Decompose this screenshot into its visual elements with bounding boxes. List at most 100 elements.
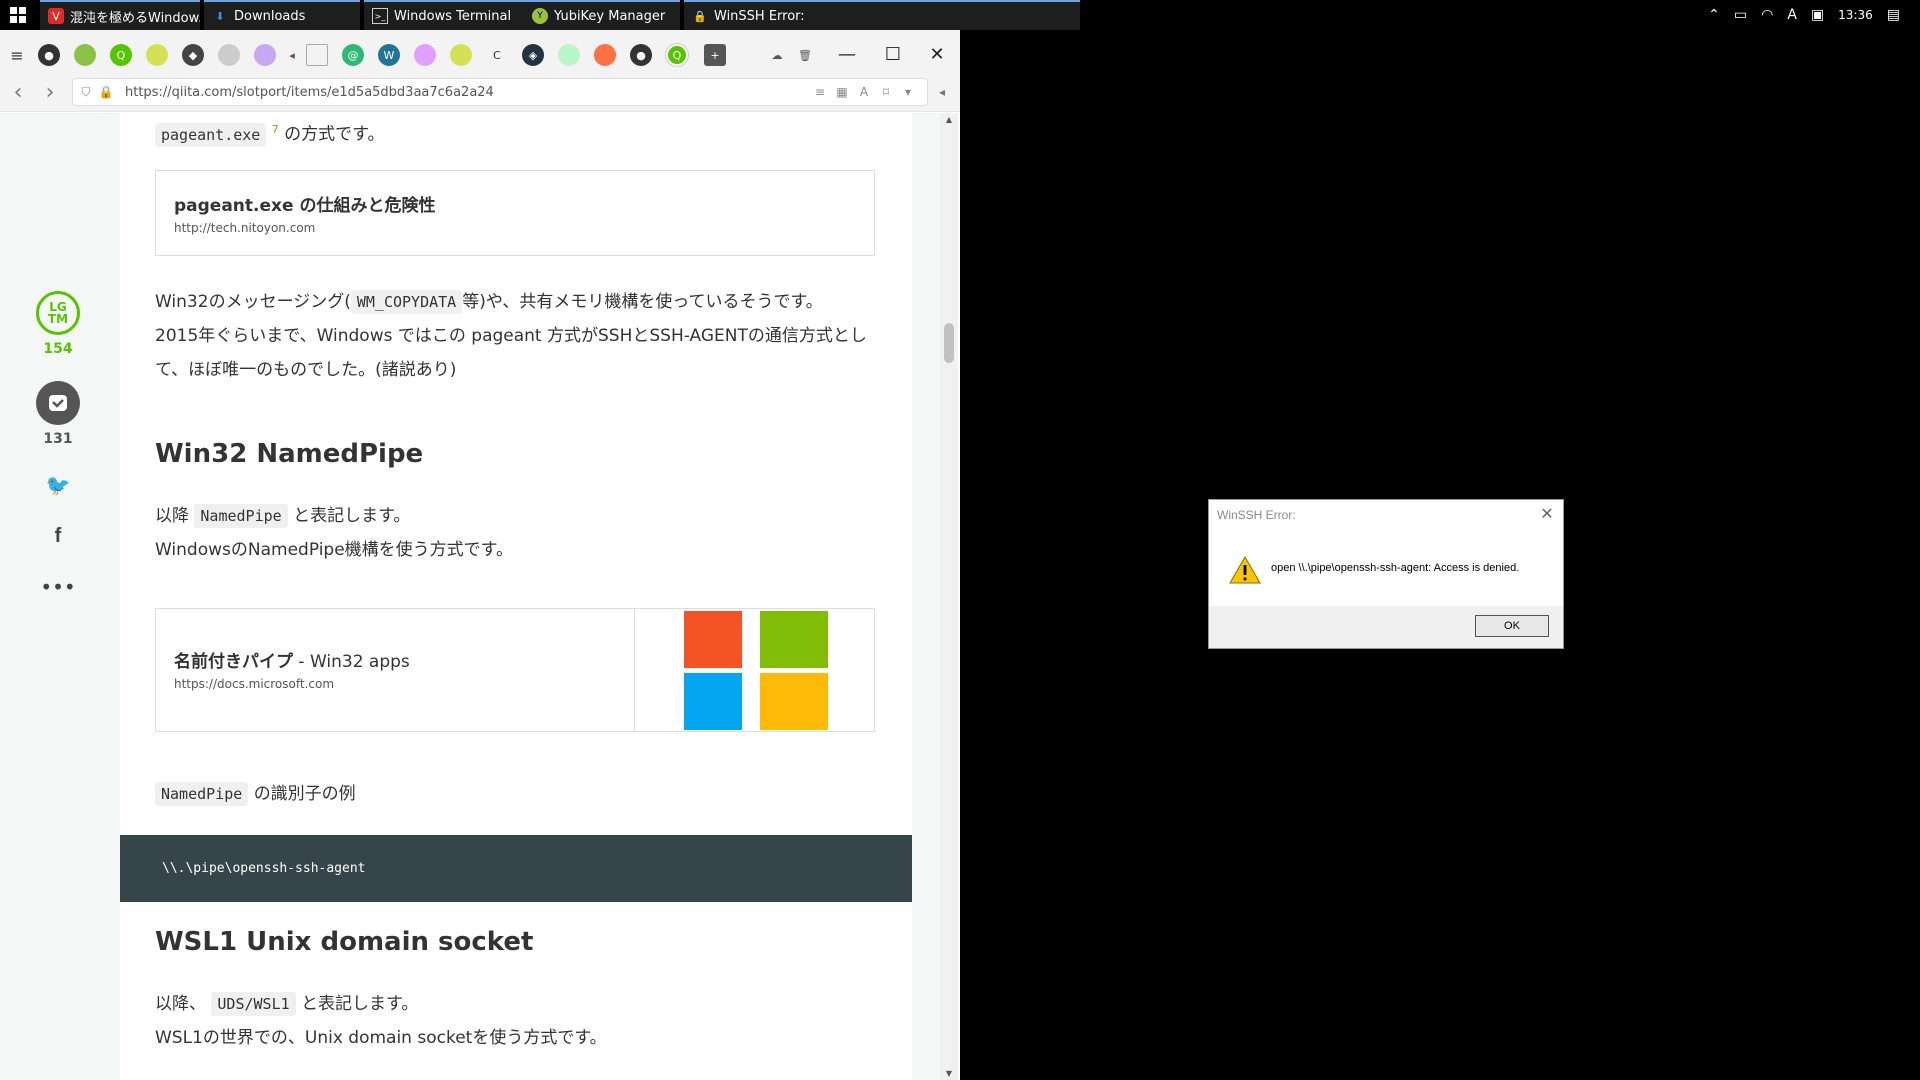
link-card-named-pipe[interactable]: 名前付きパイプ - Win32 apps https://docs.micros… <box>155 608 875 732</box>
desktop: V 混沌を極めるWindow... ⬇ Downloads >_ Windows… <box>0 0 1920 1080</box>
trash-icon[interactable]: 🗑 <box>794 44 816 66</box>
back-button[interactable]: ‹ <box>6 80 30 105</box>
taskbar-item-winssh[interactable]: 🔒 WinSSH Error: <box>684 0 1080 30</box>
inline-code: NamedPipe <box>155 782 249 806</box>
tab-bar: ≡ ● Q ◆ ◂ @ W C ◈ ● Q + ☁ 🗑 — ☐ ✕ <box>0 30 960 78</box>
url-text: https://qiita.com/slotport/items/e1d5a5d… <box>125 84 494 100</box>
code-text: \\.\pipe\openssh-ssh-agent <box>162 861 366 876</box>
paragraph-text: と表記します。 <box>293 506 411 526</box>
code-block: \\.\pipe\openssh-ssh-agent <box>120 835 912 902</box>
paragraph: 以降、 UDS/WSL1 と表記します。 <box>155 987 418 1021</box>
tab-icon-gray[interactable] <box>218 44 240 66</box>
qiita-tab-icon[interactable]: Q <box>110 44 132 66</box>
bookmark-icon[interactable]: ⌑ <box>879 85 893 99</box>
dialog-footer: OK <box>1209 606 1563 648</box>
tab-icon-orange[interactable] <box>594 44 616 66</box>
twitter-icon[interactable]: 🐦 <box>46 473 71 497</box>
taskbar-item-yubikey[interactable]: Y YubiKey Manager <box>524 0 680 30</box>
lgtm-count: 154 <box>43 341 73 357</box>
more-options-icon[interactable]: ••• <box>40 575 75 599</box>
taskbar-item-label: 混沌を極めるWindow... <box>70 10 200 26</box>
clock[interactable]: 13:36 <box>1838 8 1873 22</box>
keyboard-icon[interactable]: ▣ <box>1811 7 1824 23</box>
new-tab-icon[interactable]: + <box>704 44 726 66</box>
taskbar-item-terminal[interactable]: >_ Windows Terminal <box>364 0 524 30</box>
tab-icon-m[interactable] <box>558 44 580 66</box>
cloud-icon[interactable]: ☁ <box>766 44 788 66</box>
close-window-button[interactable]: ✕ <box>922 40 952 68</box>
wordpress-icon[interactable]: W <box>378 44 400 66</box>
lgtm-button[interactable]: LG TM <box>36 291 80 335</box>
github-icon-2[interactable]: ● <box>630 44 652 66</box>
ok-button[interactable]: OK <box>1475 615 1549 637</box>
inline-code: NamedPipe <box>194 504 288 528</box>
yubikey-icon: Y <box>532 8 548 24</box>
paragraph-text: と表記します。 <box>301 994 419 1014</box>
chevron-up-icon[interactable]: ⌃ <box>1708 7 1720 23</box>
footnote-ref[interactable]: 7 <box>272 123 279 136</box>
translate-icon[interactable]: A <box>857 85 871 99</box>
error-dialog: WinSSH Error: ✕ open \\.\pipe\openssh-ss… <box>1208 499 1564 649</box>
minimize-button[interactable]: — <box>832 40 862 68</box>
notification-icon[interactable]: ▤ <box>1887 7 1900 23</box>
section-heading: WSL1 Unix domain socket <box>155 927 534 957</box>
tab-icon-y[interactable] <box>146 44 168 66</box>
section-heading: Win32 NamedPipe <box>155 439 424 469</box>
menu-icon[interactable]: ≡ <box>6 44 28 66</box>
dialog-message: open \\.\pipe\openssh-ssh-agent: Access … <box>1271 562 1520 574</box>
lock-icon: 🔒 <box>98 85 114 99</box>
paragraph: WindowsのNamedPipe機構を使う方式です。 <box>155 540 513 560</box>
inline-code: pageant.exe <box>155 122 267 147</box>
shield-icon[interactable]: ◆ <box>182 44 204 66</box>
page-content: LG TM 154 131 🐦 f ••• pageant.exe 7 の方式で… <box>0 113 950 1080</box>
start-button[interactable] <box>0 0 36 30</box>
scroll-down-icon[interactable]: ▼ <box>940 1069 958 1078</box>
link-card-title: 名前付きパイプ - Win32 apps <box>174 652 410 672</box>
taskbar-item-vivaldi[interactable]: V 混沌を極めるWindow... <box>40 0 200 30</box>
maximize-button[interactable]: ☐ <box>878 40 908 68</box>
paragraph: WSL1の世界での、Unix domain socketを使う方式です。 <box>155 1028 607 1048</box>
paragraph: 2015年ぐらいまで、Windows ではこの pageant 方式がSSHとS… <box>155 326 867 346</box>
battery-icon[interactable]: ▭ <box>1734 7 1747 23</box>
tab-icon-y2[interactable] <box>450 44 472 66</box>
download-icon: ⬇ <box>215 9 225 23</box>
scrollbar[interactable]: ▲ ▼ <box>940 113 958 1080</box>
taskbar-item-label: YubiKey Manager <box>554 8 666 24</box>
tab-icon-c[interactable]: C <box>486 44 508 66</box>
paragraph: て、ほぼ唯一のものでした。(諸説あり) <box>155 360 457 380</box>
active-tab-qiita[interactable]: Q <box>666 44 688 66</box>
stock-button[interactable] <box>36 381 80 425</box>
shield-icon[interactable]: ⛉ <box>79 85 93 99</box>
paragraph: Win32のメッセージング(WM_COPYDATA 等)や、共有メモリ機構を使って… <box>155 285 823 319</box>
link-card-title: pageant.exe の仕組みと危険性 <box>174 196 436 216</box>
chevron-down-icon[interactable]: ▾ <box>901 85 915 99</box>
tab-icon-cube[interactable]: ◈ <box>522 44 544 66</box>
taskbar-item-downloads[interactable]: ⬇ Downloads <box>204 0 360 30</box>
reader-view-icon[interactable]: ≡ <box>813 85 827 99</box>
url-field[interactable]: ⛉ 🔒 https://qiita.com/slotport/items/e1d… <box>72 78 928 106</box>
link-card-pageant[interactable]: pageant.exe の仕組みと危険性 http://tech.nitoyon… <box>155 170 875 256</box>
paragraph-text: の識別子の例 <box>253 784 356 804</box>
tab-icon-hex[interactable] <box>254 44 276 66</box>
chevron-left-icon[interactable]: ◂ <box>286 44 298 66</box>
browser-window: ≡ ● Q ◆ ◂ @ W C ◈ ● Q + ☁ 🗑 — ☐ ✕ ‹ › ⛉ … <box>0 30 960 1080</box>
panel-toggle-icon[interactable]: ◂ <box>930 80 954 104</box>
dialog-title: WinSSH Error: <box>1217 508 1296 522</box>
forward-button[interactable]: › <box>38 80 62 105</box>
ime-indicator[interactable]: A <box>1787 7 1797 23</box>
github-icon[interactable]: ● <box>38 44 60 66</box>
lock-icon: 🔒 <box>693 9 707 23</box>
taskbar-item-label: Downloads <box>234 8 306 24</box>
paragraph-text: Win32のメッセージング( <box>155 292 351 312</box>
wifi-icon[interactable]: ◠ <box>1761 7 1773 23</box>
tab-icon-stack[interactable] <box>74 44 96 66</box>
scroll-up-icon[interactable]: ▲ <box>940 115 958 124</box>
scrollbar-thumb[interactable] <box>944 323 954 363</box>
tab-icon-page[interactable] <box>306 44 328 66</box>
dialog-close-button[interactable]: ✕ <box>1537 504 1557 524</box>
qr-code-icon[interactable]: ▦ <box>835 85 849 99</box>
tab-icon-at[interactable]: @ <box>342 44 364 66</box>
facebook-icon[interactable]: f <box>46 524 70 548</box>
stock-count: 131 <box>43 431 73 447</box>
tab-icon-star[interactable] <box>414 44 436 66</box>
